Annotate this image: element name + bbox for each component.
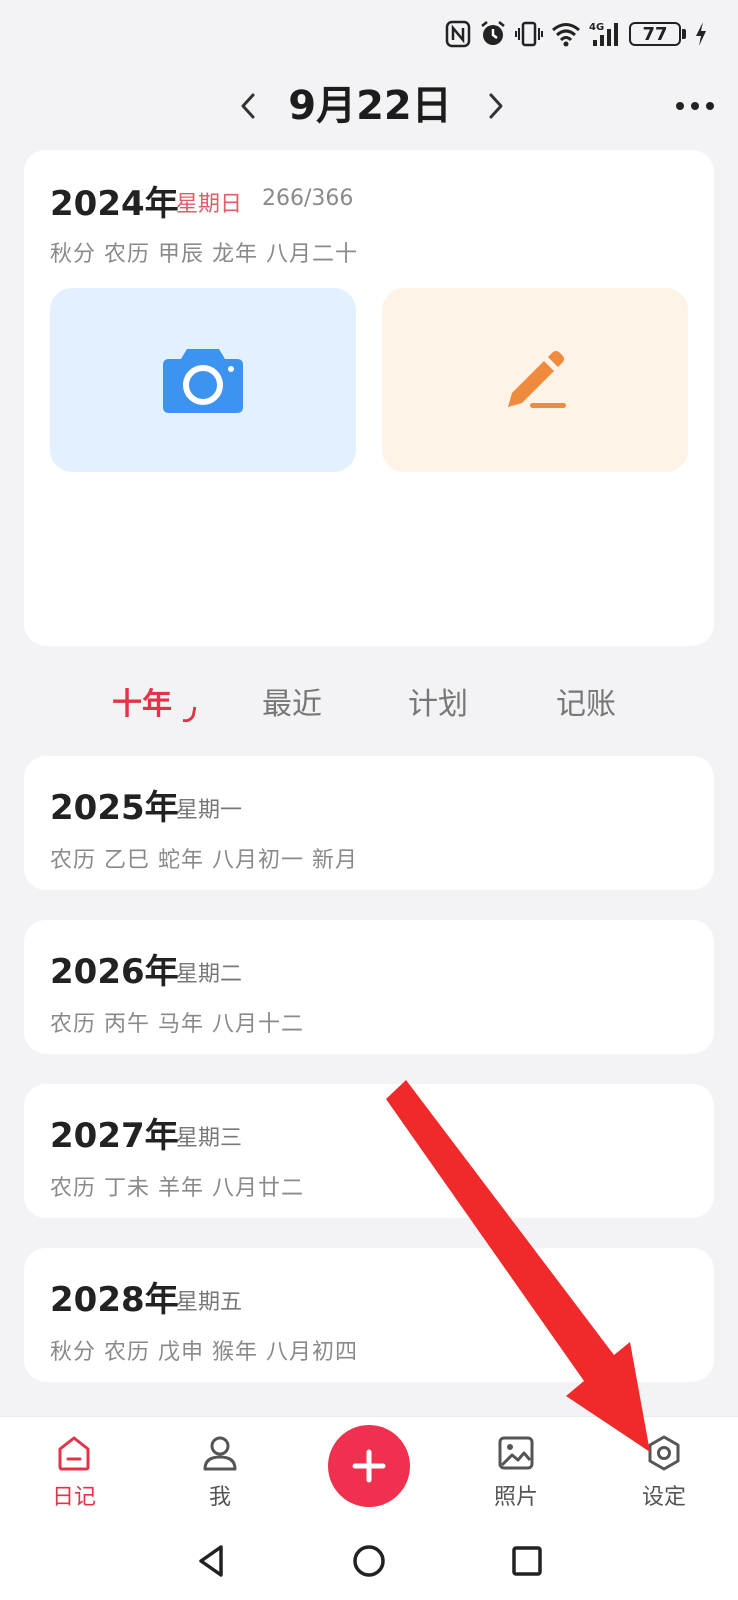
entry-year: 2026年 [50,952,179,992]
wifi-icon [551,21,581,47]
today-year: 2024年 [50,184,179,224]
list-item[interactable]: 2026年 星期二 农历 丙午 马年 八月十二 [24,920,714,1054]
battery-cap [682,29,686,39]
list-item[interactable]: 2025年 星期一 农历 乙巳 蛇年 八月初一 新月 [24,756,714,890]
list-item[interactable]: 2027年 星期三 农历 丁未 羊年 八月廿二 [24,1084,714,1218]
system-recents-button[interactable] [504,1538,550,1584]
diary-home-icon [58,1436,90,1471]
today-card: 2024年 星期日 266/366 秋分 农历 甲辰 龙年 八月二十 [24,150,714,646]
status-bar: 4G 77 [445,14,708,54]
view-tabs: 十年 最近 计划 记账 [0,680,738,730]
tab-ten-years[interactable]: 十年 [112,680,172,730]
system-navigation-bar [0,1522,738,1600]
entry-weekday: 星期五 [176,1290,243,1315]
entry-lunar-date: 农历 丙午 马年 八月十二 [50,1012,304,1037]
write-note-button[interactable] [382,288,688,472]
more-dots-icon [676,102,714,110]
pencil-icon [508,351,566,408]
signal-4g-icon: 4G [589,20,621,48]
today-lunar-date: 秋分 农历 甲辰 龙年 八月二十 [50,242,358,267]
nav-diary-label: 日记 [51,1485,96,1510]
entry-year: 2025年 [50,788,179,828]
tab-recent[interactable]: 最近 [262,680,322,730]
active-tab-indicator [182,705,197,724]
gear-icon [648,1435,680,1471]
entry-lunar-date: 农历 丁未 羊年 八月廿二 [50,1176,304,1201]
battery-indicator: 77 [629,22,686,46]
day-of-year-progress: 266/366 [262,186,354,211]
nav-settings-label: 设定 [641,1485,686,1510]
ten-year-list: 2025年 星期一 农历 乙巳 蛇年 八月初一 新月 2026年 星期二 农历 … [24,756,714,1412]
nav-photos-label: 照片 [493,1485,538,1510]
today-weekday: 星期日 [176,192,243,217]
camera-icon [163,349,243,413]
battery-level: 77 [629,22,681,46]
entry-weekday: 星期一 [176,798,243,823]
previous-day-button[interactable] [230,86,266,126]
entry-weekday: 星期三 [176,1126,243,1151]
page-title: 9月22日 [288,83,452,129]
tab-plan[interactable]: 计划 [408,680,468,730]
diary-app-screen: 4G 77 9月22日 2024年 星期日 266/366 秋分 农历 甲辰 龙… [0,0,738,1600]
vibrate-icon [515,20,543,48]
chevron-left-icon [241,93,255,119]
entry-year: 2027年 [50,1116,179,1156]
charging-icon [694,21,708,47]
date-header: 9月22日 [0,72,738,138]
back-triangle-icon [199,1545,223,1577]
plus-icon [352,1449,386,1483]
add-photo-button[interactable] [50,288,356,472]
entry-lunar-date: 秋分 农历 戊申 猴年 八月初四 [50,1340,358,1365]
svg-text:4G: 4G [589,22,604,33]
add-entry-button[interactable] [328,1425,410,1507]
more-options-button[interactable] [672,88,718,124]
image-icon [498,1436,534,1470]
system-back-button[interactable] [188,1538,234,1584]
nfc-icon [445,20,471,48]
person-icon [203,1436,237,1471]
nav-photos[interactable]: 照片 [466,1423,566,1519]
recents-square-icon [512,1546,542,1576]
nav-me[interactable]: 我 [170,1423,270,1519]
chevron-right-icon [489,93,503,119]
nav-me-label: 我 [208,1485,231,1510]
home-circle-icon [353,1545,385,1577]
system-home-button[interactable] [346,1538,392,1584]
list-item[interactable]: 2028年 星期五 秋分 农历 戊申 猴年 八月初四 [24,1248,714,1382]
nav-diary[interactable]: 日记 [24,1423,124,1519]
bottom-navigation: 日记 我 照片 设定 [0,1416,738,1523]
next-day-button[interactable] [478,86,514,126]
nav-settings[interactable]: 设定 [614,1423,714,1519]
entry-lunar-date: 农历 乙巳 蛇年 八月初一 新月 [50,848,358,873]
entry-weekday: 星期二 [176,962,243,987]
entry-year: 2028年 [50,1280,179,1320]
alarm-icon [479,20,507,48]
tab-accounting[interactable]: 记账 [556,680,616,730]
